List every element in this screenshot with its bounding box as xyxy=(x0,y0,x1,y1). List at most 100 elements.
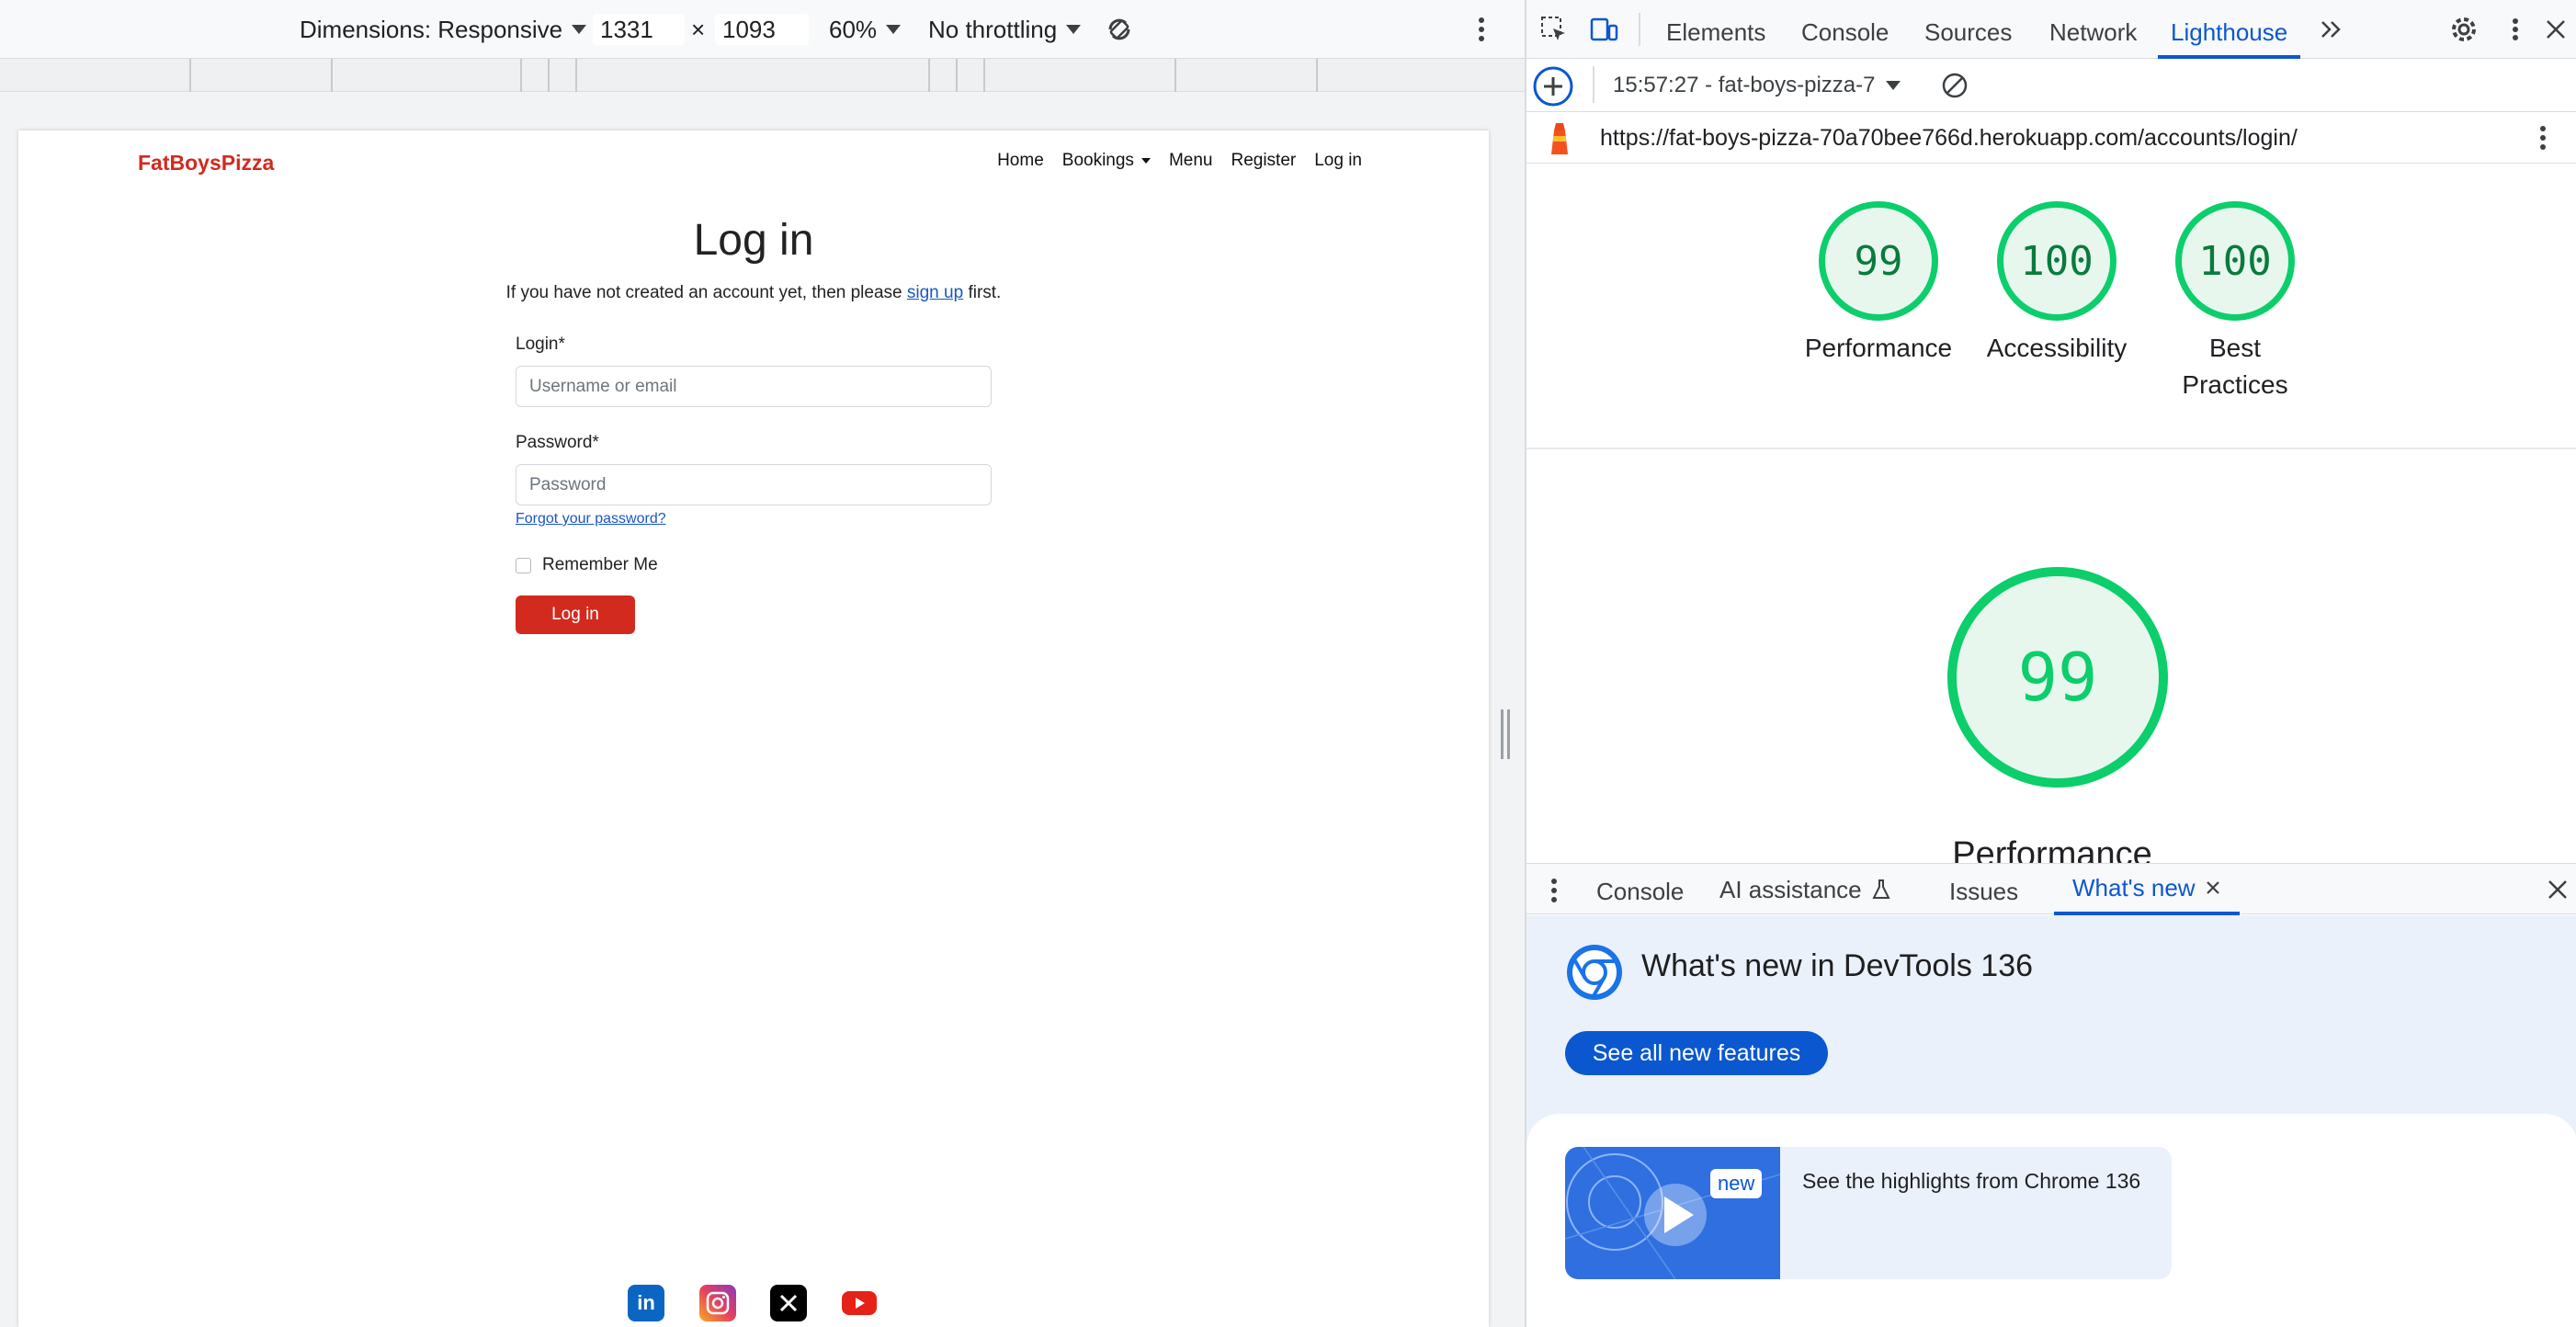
instagram-icon[interactable] xyxy=(699,1285,736,1321)
zoom-label: 60% xyxy=(829,16,878,43)
emulated-viewport: FatBoysPizza Home Bookings Menu Register… xyxy=(18,130,1489,1327)
report-select-label: 15:57:27 - fat-boys-pizza-7 xyxy=(1613,73,1876,97)
lighthouse-icon xyxy=(1551,123,1568,154)
password-label: Password* xyxy=(516,433,599,452)
nav-menu[interactable]: Menu xyxy=(1169,151,1213,171)
drawer-tab-whats-new[interactable]: What's new xyxy=(2054,864,2240,915)
whats-new-title: What's new in DevTools 136 xyxy=(1641,948,2034,983)
lighthouse-url-bar: https://fat-boys-pizza-70a70bee766d.hero… xyxy=(1526,112,2576,164)
devtools-panel: Elements Console Sources Network Lightho… xyxy=(1525,0,2576,1327)
remember-checkbox[interactable] xyxy=(516,557,531,573)
signup-link[interactable]: sign up xyxy=(907,283,963,302)
nav-bookings[interactable]: Bookings xyxy=(1062,151,1151,171)
more-options-icon[interactable] xyxy=(2537,123,2548,153)
clear-icon[interactable] xyxy=(1940,71,1969,100)
drawer-tab-ai-assistance[interactable]: AI assistance xyxy=(1719,864,1891,915)
chrome-icon xyxy=(1565,1147,1781,1279)
dimensions-dropdown[interactable]: Dimensions: Responsive xyxy=(300,13,587,46)
whats-new-content: new See the highlights from Chrome 136 xyxy=(1526,1114,2576,1327)
score-gauge-performance[interactable]: 99 Performance xyxy=(1805,201,1952,367)
device-mode-panel: Dimensions: Responsive 1331 × 1093 60% N… xyxy=(0,0,1525,1327)
score-label: Performance xyxy=(1804,334,1953,362)
close-icon[interactable] xyxy=(2541,15,2570,44)
new-report-icon[interactable] xyxy=(1532,65,1574,108)
close-drawer-icon[interactable] xyxy=(2545,877,2570,902)
signup-prompt: If you have not created an account yet, … xyxy=(18,283,1489,303)
drawer-tab-console[interactable]: Console xyxy=(1596,864,1684,915)
height-input[interactable]: 1093 xyxy=(715,14,809,45)
throttling-dropdown[interactable]: No throttling xyxy=(928,13,1082,46)
close-icon[interactable] xyxy=(2205,879,2221,896)
linkedin-icon[interactable]: in xyxy=(628,1285,664,1321)
nav-home[interactable]: Home xyxy=(997,151,1044,171)
tab-network[interactable]: Network xyxy=(2049,0,2137,59)
more-options-icon[interactable] xyxy=(1476,13,1487,46)
score-value: 100 xyxy=(1997,201,2116,321)
dimension-separator: × xyxy=(691,16,706,43)
zoom-dropdown[interactable]: 60% xyxy=(829,13,902,46)
site-brand[interactable]: FatBoysPizza xyxy=(138,151,274,176)
score-label: Best Practices xyxy=(2182,334,2288,399)
signup-prompt-after: first. xyxy=(963,283,1002,302)
score-label: Accessibility xyxy=(1986,334,2128,362)
page-title: Log in xyxy=(693,216,814,265)
nav-bookings-label: Bookings xyxy=(1061,151,1134,170)
tab-console[interactable]: Console xyxy=(1801,0,1889,59)
score-gauge-best-practices[interactable]: 100 Best Practices xyxy=(2175,201,2295,403)
tab-lighthouse[interactable]: Lighthouse xyxy=(2158,0,2301,59)
site-nav: Home Bookings Menu Register Log in xyxy=(997,151,1362,171)
remember-label: Remember Me xyxy=(542,555,658,574)
login-submit-button[interactable]: Log in xyxy=(516,595,635,634)
nav-login[interactable]: Log in xyxy=(1314,151,1362,171)
highlight-text: See the highlights from Chrome 136 xyxy=(1802,1169,2141,1193)
nav-register[interactable]: Register xyxy=(1231,151,1296,171)
report-select[interactable]: 15:57:27 - fat-boys-pizza-7 xyxy=(1613,70,1901,101)
width-input[interactable]: 1331 xyxy=(593,14,685,45)
audited-url[interactable]: https://fat-boys-pizza-70a70bee766d.hero… xyxy=(1600,125,2298,152)
password-input[interactable]: Password xyxy=(516,464,992,505)
gear-icon[interactable] xyxy=(2449,15,2479,44)
devtools-tabbar: Elements Console Sources Network Lightho… xyxy=(1526,0,2576,59)
score-gauge-accessibility[interactable]: 100 Accessibility xyxy=(1987,201,2127,367)
chrome-devtools-logo-icon xyxy=(1567,945,1622,1000)
caret-down-icon xyxy=(1140,158,1151,164)
chevron-down-icon xyxy=(1886,81,1901,90)
login-input[interactable]: Username or email xyxy=(516,366,992,407)
x-twitter-icon[interactable] xyxy=(770,1285,807,1321)
tab-elements[interactable]: Elements xyxy=(1666,0,1765,59)
customize-menu-icon[interactable] xyxy=(2501,15,2530,44)
main-performance-gauge: 99 xyxy=(1947,567,2168,788)
drawer-menu-icon[interactable] xyxy=(1549,877,1560,904)
media-query-ruler xyxy=(0,59,1525,92)
remember-me[interactable]: Remember Me xyxy=(516,555,993,575)
video-thumbnail xyxy=(1565,1147,1781,1279)
drawer-tab-whats-new-label: What's new xyxy=(2072,874,2196,902)
rotate-icon[interactable] xyxy=(1103,13,1136,46)
chevron-down-icon xyxy=(886,25,902,34)
youtube-icon[interactable] xyxy=(841,1285,878,1321)
score-value: 99 xyxy=(1819,201,1938,321)
more-tabs-icon[interactable] xyxy=(2317,15,2346,44)
flask-icon xyxy=(1872,879,1890,899)
drawer-tab-issues[interactable]: Issues xyxy=(1949,864,2018,915)
new-badge: new xyxy=(1710,1169,1763,1198)
forgot-password-link[interactable]: Forgot your password? xyxy=(516,511,666,527)
lighthouse-toolbar: 15:57:27 - fat-boys-pizza-7 xyxy=(1526,59,2576,112)
viewport-resize-handle[interactable] xyxy=(1501,709,1510,759)
dimensions-label: Dimensions: Responsive xyxy=(300,16,563,43)
login-form: Login* Username or email Password* Passw… xyxy=(516,335,993,634)
whats-new-panel: What's new in DevTools 136 See all new f… xyxy=(1526,915,2576,1327)
chevron-down-icon xyxy=(1066,25,1082,34)
chevron-down-icon xyxy=(572,25,587,34)
lighthouse-report: 99 Performance 100 Accessibility 100 Bes… xyxy=(1526,164,2576,863)
device-toggle-icon[interactable] xyxy=(1589,15,1618,44)
device-toolbar: Dimensions: Responsive 1331 × 1093 60% N… xyxy=(0,0,1525,59)
tab-sources[interactable]: Sources xyxy=(1924,0,2012,59)
throttling-label: No throttling xyxy=(928,16,1058,43)
inspect-element-icon[interactable] xyxy=(1539,15,1569,44)
drawer-tab-ai-label: AI assistance xyxy=(1719,876,1862,903)
see-all-features-button[interactable]: See all new features xyxy=(1565,1031,1828,1075)
highlight-card[interactable]: new See the highlights from Chrome 136 xyxy=(1565,1147,2172,1279)
main-performance-label: Performance xyxy=(1952,835,2152,863)
login-label: Login* xyxy=(516,335,565,354)
